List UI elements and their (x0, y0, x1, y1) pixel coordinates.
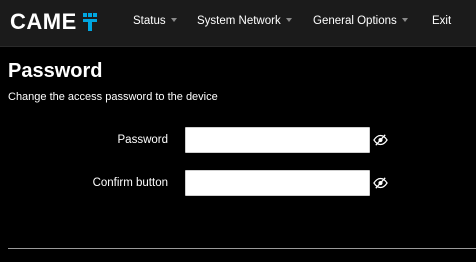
password-label: Password (117, 134, 169, 146)
nav-general-options[interactable]: General Options (313, 15, 408, 27)
page-description: Change the access password to the device (8, 91, 218, 103)
eye-slash-icon[interactable] (373, 134, 388, 146)
chevron-down-icon (401, 17, 408, 22)
brand-name: CAME (10, 9, 77, 34)
came-mark-icon (82, 13, 97, 31)
chevron-down-icon (285, 17, 292, 22)
confirm-password-label: Confirm button (92, 177, 168, 189)
section-divider (8, 248, 476, 249)
password-input[interactable] (185, 127, 370, 153)
nav-general-options-label: General Options (313, 15, 397, 27)
nav-exit[interactable]: Exit (432, 15, 451, 27)
came-logo[interactable]: CAME (10, 7, 97, 37)
confirm-password-input[interactable] (185, 170, 370, 196)
nav-system-network-label: System Network (197, 15, 281, 27)
nav-status-label: Status (133, 15, 166, 27)
nav-status[interactable]: Status (133, 15, 177, 27)
page-title: Password (8, 60, 103, 82)
nav-exit-label: Exit (432, 15, 452, 27)
eye-slash-icon[interactable] (373, 177, 388, 189)
nav-system-network[interactable]: System Network (197, 15, 292, 27)
top-navbar: CAME Status System Network General Optio… (0, 0, 476, 46)
chevron-down-icon (170, 17, 177, 22)
